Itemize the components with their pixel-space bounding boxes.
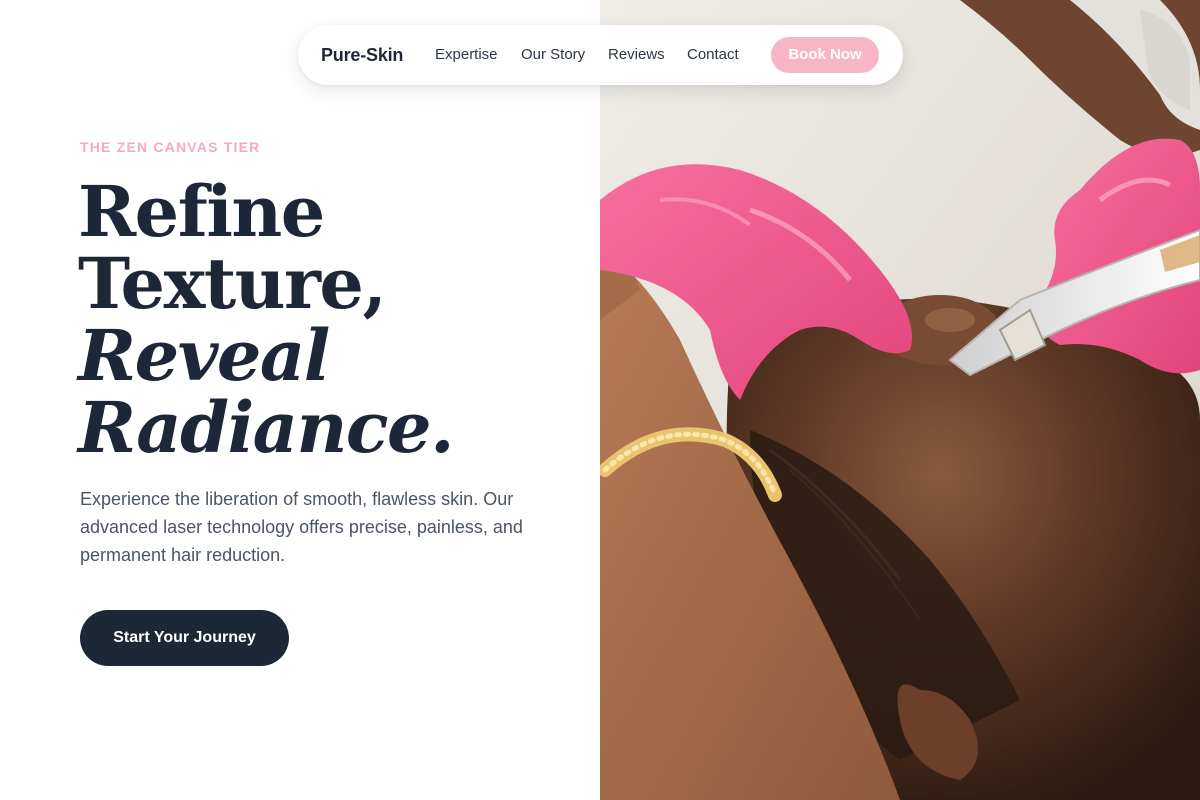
hero-image — [600, 0, 1200, 800]
headline-line-1: Refine — [78, 170, 325, 253]
nav-link-expertise[interactable]: Expertise — [435, 25, 498, 85]
brand-logo[interactable]: Pure-Skin — [321, 25, 403, 85]
headline-line-3: Reveal — [78, 314, 330, 397]
hero-image-illustration — [600, 0, 1200, 800]
hero-eyebrow: THE ZEN CANVAS TIER — [80, 139, 261, 155]
nav-link-contact[interactable]: Contact — [687, 25, 739, 85]
headline-line-4: Radiance. — [78, 386, 454, 469]
headline-line-2: Texture, — [78, 242, 387, 325]
book-now-button[interactable]: Book Now — [771, 37, 879, 73]
nav-link-reviews[interactable]: Reviews — [608, 25, 665, 85]
hero-description: Experience the liberation of smooth, fla… — [80, 489, 523, 565]
top-navigation: Pure-Skin Expertise Our Story Reviews Co… — [298, 25, 903, 85]
nav-link-our-story[interactable]: Our Story — [521, 25, 585, 85]
hero-headline: Refine Texture, Reveal Radiance. — [78, 176, 558, 464]
start-journey-button[interactable]: Start Your Journey — [80, 610, 289, 666]
